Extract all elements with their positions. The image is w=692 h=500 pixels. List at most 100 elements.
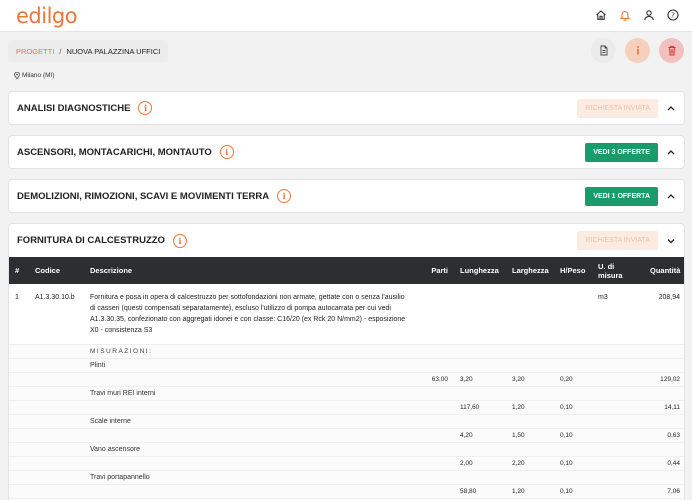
- table-header: # Codice Descrizione Parti Lunghezza Lar…: [9, 257, 684, 284]
- info-icon[interactable]: i: [277, 189, 292, 203]
- breadcrumb: PROGETTI / NUOVA PALAZZINA UFFICI: [8, 40, 169, 62]
- column-header[interactable]: Lunghezza: [454, 257, 506, 284]
- item-quantity: 208,94: [644, 284, 684, 345]
- measurement-lunghezza: 117,60: [454, 400, 506, 415]
- request-sent-button[interactable]: RICHIESTA INVIATA: [577, 231, 658, 250]
- project-location: Milano (MI): [14, 72, 55, 79]
- measurement-name-row: Travi portapannello: [9, 470, 684, 485]
- measurement-hpeso: 0,10: [554, 400, 592, 415]
- section-analisi-diagnostiche[interactable]: ANALISI DIAGNOSTICHE i RICHIESTA INVIATA: [8, 91, 685, 125]
- top-icons: ?: [594, 8, 680, 22]
- document-icon: [600, 45, 607, 56]
- computo-table: # Codice Descrizione Parti Lunghezza Lar…: [8, 257, 685, 500]
- measurement-name: Scale interne: [84, 414, 416, 429]
- table-row[interactable]: 1 A1.3.30.10.b Fornitura e posa in opera…: [9, 284, 684, 345]
- measurement-lunghezza: 4,20: [454, 428, 506, 443]
- home-icon[interactable]: [594, 8, 608, 22]
- measurement-hpeso: 0,20: [554, 372, 592, 387]
- request-sent-button[interactable]: RICHIESTA INVIATA: [577, 98, 658, 118]
- item-index: 1: [9, 284, 29, 345]
- section-title: DEMOLIZIONI, RIMOZIONI, SCAVI E MOVIMENT…: [17, 190, 270, 202]
- measurement-quantita: 129,02: [644, 372, 684, 387]
- chevron-down-icon[interactable]: [666, 236, 676, 246]
- measurement-name-row: Plinti: [9, 358, 684, 373]
- measurement-larghezza: 2,20: [506, 456, 554, 471]
- section-title: FORNITURA DI CALCESTRUZZO: [17, 235, 165, 246]
- measurement-parti: [416, 428, 454, 443]
- item-unit: m3: [592, 284, 644, 345]
- chevron-up-icon[interactable]: [666, 191, 676, 201]
- user-icon[interactable]: [642, 8, 656, 22]
- measurement-parti: [416, 456, 454, 471]
- column-header[interactable]: Quantità: [644, 257, 684, 284]
- view-offers-button[interactable]: VEDI 3 OFFERTE: [585, 142, 658, 162]
- measurement-values-row: 63,00 3,20 3,20 0,20 129,02: [9, 372, 684, 387]
- bell-icon[interactable]: [618, 8, 632, 22]
- measurement-hpeso: 0,10: [554, 484, 592, 499]
- top-bar: edilgo ?: [0, 0, 692, 32]
- item-description: Fornitura e posa in opera di calcestruzz…: [84, 284, 416, 345]
- measurement-larghezza: 1,20: [506, 400, 554, 415]
- measurement-larghezza: 1,50: [506, 428, 554, 443]
- section-demolizioni[interactable]: DEMOLIZIONI, RIMOZIONI, SCAVI E MOVIMENT…: [8, 179, 685, 213]
- measurement-name: Travi portapannello: [84, 470, 416, 485]
- measurement-lunghezza: 3,20: [454, 372, 506, 387]
- measurement-quantita: 14,11: [644, 400, 684, 415]
- column-header[interactable]: U. di misura: [592, 257, 644, 284]
- help-icon[interactable]: ?: [666, 8, 680, 22]
- map-pin-icon: [14, 72, 20, 79]
- info-icon[interactable]: i: [138, 101, 153, 115]
- location-text: Milano (MI): [22, 72, 55, 79]
- column-header[interactable]: Larghezza: [506, 257, 554, 284]
- measurement-name: Travi muri REI interni: [84, 386, 416, 401]
- measurement-name-row: Scale interne: [9, 414, 684, 429]
- chevron-up-icon[interactable]: [666, 103, 676, 113]
- measurement-values-row: 4,20 1,50 0,10 0,63: [9, 428, 684, 443]
- svg-text:?: ?: [671, 12, 675, 20]
- measurement-larghezza: 1,20: [506, 484, 554, 499]
- measurement-parti: 63,00: [416, 372, 454, 387]
- column-header[interactable]: Codice: [29, 257, 84, 284]
- measurement-values-row: 117,60 1,20 0,10 14,11: [9, 400, 684, 415]
- measurements-header-row: MISURAZIONI:: [9, 344, 684, 359]
- measurement-values-row: 2,00 2,20 0,10 0,44: [9, 456, 684, 471]
- section-fornitura-calcestruzzo[interactable]: FORNITURA DI CALCESTRUZZO i RICHIESTA IN…: [8, 223, 685, 257]
- measurement-lunghezza: 2,00: [454, 456, 506, 471]
- measurement-quantita: 7,06: [644, 484, 684, 499]
- section-title: ASCENSORI, MONTACARICHI, MONTAUTO: [17, 146, 212, 158]
- chevron-up-icon[interactable]: [666, 147, 676, 157]
- breadcrumb-separator: /: [59, 46, 62, 56]
- measurement-name-row: Travi muri REI interni: [9, 386, 684, 401]
- measurement-parti: [416, 484, 454, 499]
- measurements-label: MISURAZIONI:: [84, 344, 416, 359]
- column-header[interactable]: #: [9, 257, 29, 284]
- item-code: A1.3.30.10.b: [29, 284, 84, 345]
- measurement-larghezza: 3,20: [506, 372, 554, 387]
- column-header[interactable]: H/Peso: [554, 257, 592, 284]
- measurement-name-row: Vano ascensore: [9, 442, 684, 457]
- info-button[interactable]: [625, 38, 650, 63]
- breadcrumb-projects-link[interactable]: PROGETTI: [16, 47, 54, 56]
- section-title: ANALISI DIAGNOSTICHE: [17, 102, 131, 114]
- project-actions: [591, 38, 684, 63]
- measurement-name: Vano ascensore: [84, 442, 416, 457]
- section-ascensori[interactable]: ASCENSORI, MONTACARICHI, MONTAUTO i VEDI…: [8, 135, 685, 169]
- measurement-lunghezza: 58,80: [454, 484, 506, 499]
- measurement-name: Plinti: [84, 358, 416, 373]
- column-header[interactable]: Descrizione: [84, 257, 416, 284]
- measurement-quantita: 0,63: [644, 428, 684, 443]
- trash-icon: [668, 45, 675, 56]
- delete-button[interactable]: [659, 38, 684, 63]
- measurement-hpeso: 0,10: [554, 428, 592, 443]
- column-header[interactable]: Parti: [416, 257, 454, 284]
- measurement-quantita: 0,44: [644, 456, 684, 471]
- measurement-values-row: 58,80 1,20 0,10 7,06: [9, 484, 684, 499]
- measurement-hpeso: 0,10: [554, 456, 592, 471]
- info-icon[interactable]: i: [219, 145, 234, 159]
- info-icon[interactable]: i: [172, 233, 187, 248]
- document-button[interactable]: [591, 38, 616, 63]
- info-icon: [636, 46, 639, 55]
- view-offer-button[interactable]: VEDI 1 OFFERTA: [585, 186, 658, 206]
- edilgo-logo[interactable]: edilgo: [16, 4, 78, 28]
- measurement-parti: [416, 400, 454, 415]
